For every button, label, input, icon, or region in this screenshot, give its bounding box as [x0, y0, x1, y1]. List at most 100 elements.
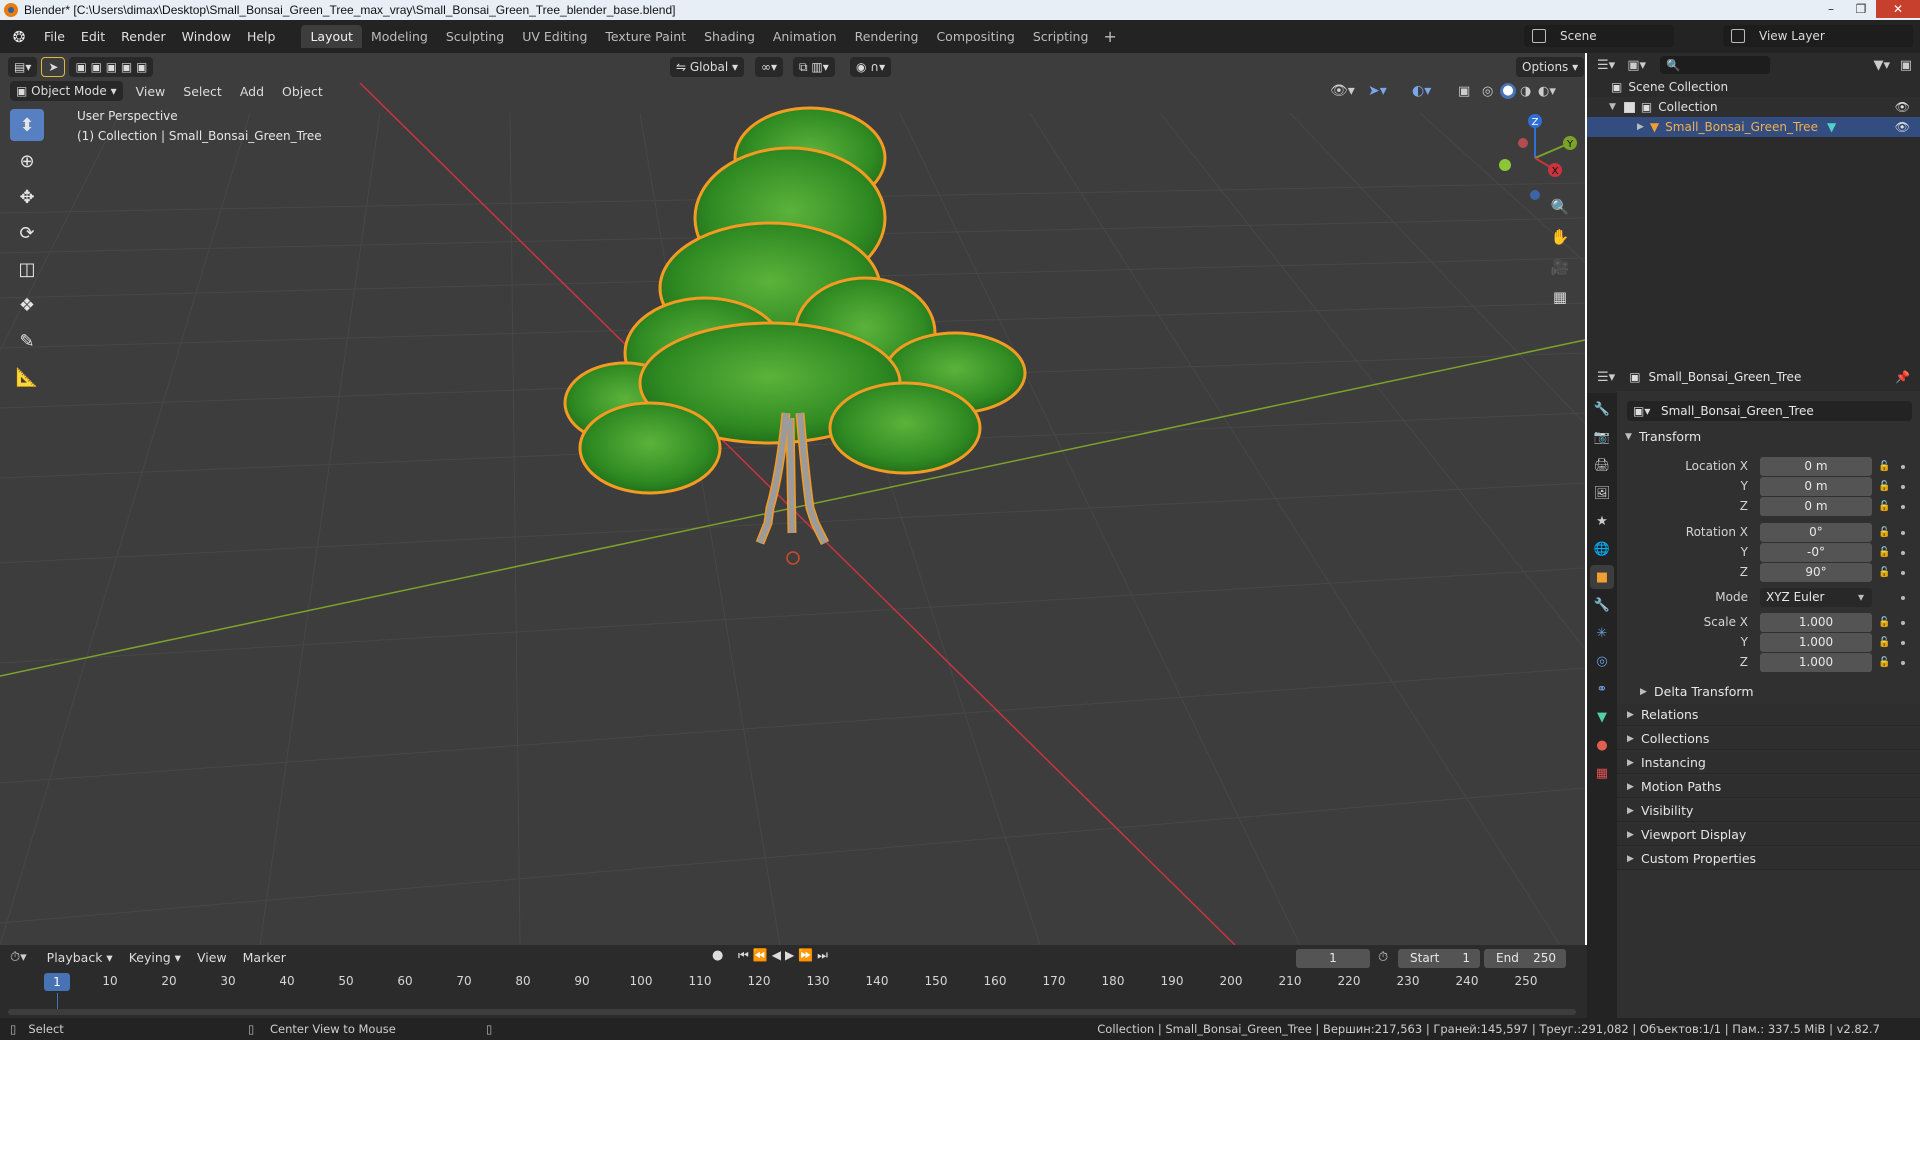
collection-checkbox[interactable] — [1623, 101, 1635, 113]
tab-uv-editing[interactable]: UV Editing — [513, 25, 596, 48]
menu-edit[interactable]: Edit — [73, 29, 113, 44]
timeline-scrollbar[interactable] — [8, 1009, 1576, 1015]
custom-properties-panel[interactable]: ▶ Custom Properties — [1617, 848, 1920, 870]
record-button-icon[interactable]: ● — [712, 948, 723, 963]
keyframe-dot-icon[interactable] — [1901, 485, 1905, 489]
keyframe-dot-icon[interactable] — [1901, 531, 1905, 535]
cursor-tool-icon[interactable]: ⊕ — [10, 145, 44, 177]
rotation-x-field[interactable]: 0° — [1760, 523, 1872, 542]
timeline-editor-type-icon[interactable]: ⏱▾ — [10, 950, 27, 965]
view-layer-tab-icon[interactable]: 🖼 — [1590, 481, 1614, 505]
scene-tab-icon[interactable]: ★ — [1590, 509, 1614, 533]
selection-mode-icons[interactable]: ▣ ▣ ▣ ▣ ▣ — [69, 57, 154, 77]
add-workspace-icon[interactable]: + — [1097, 27, 1122, 46]
scale-y-field[interactable]: 1.000 — [1760, 633, 1872, 652]
keyframe-dot-icon[interactable] — [1901, 621, 1905, 625]
tab-shading[interactable]: Shading — [695, 25, 764, 48]
end-frame-field[interactable]: End 250 — [1484, 949, 1566, 968]
viewport-menu-add[interactable]: Add — [231, 84, 273, 99]
location-y-field[interactable]: 0 m — [1760, 477, 1872, 496]
tool-tab-icon[interactable]: 🔧 — [1590, 397, 1614, 421]
current-frame-field[interactable]: 1 — [1296, 949, 1370, 968]
solid-shading-icon[interactable]: ● — [1500, 83, 1516, 99]
keyframe-dot-icon[interactable] — [1901, 551, 1905, 555]
motion-paths-panel[interactable]: ▶ Motion Paths — [1617, 776, 1920, 798]
expand-object-icon[interactable]: ▶ — [1637, 122, 1644, 132]
proportional-edit-icon[interactable]: ◉ ∩▾ — [850, 57, 892, 77]
pin-icon[interactable]: 📌 — [1895, 370, 1910, 384]
constraints-tab-icon[interactable]: ⚭ — [1590, 677, 1614, 701]
object-visibility-icon[interactable]: 👁 — [1895, 120, 1910, 134]
viewport-menu-object[interactable]: Object — [273, 84, 332, 99]
data-tab-icon[interactable]: ▼ — [1590, 705, 1614, 729]
viewport-menu-select[interactable]: Select — [174, 84, 231, 99]
delta-transform-header[interactable]: ▶ Delta Transform — [1640, 684, 1754, 699]
minimize-button[interactable]: – — [1816, 0, 1846, 18]
start-frame-field[interactable]: Start 1 — [1398, 949, 1480, 968]
camera-icon[interactable]: 🎥 — [1546, 253, 1574, 281]
world-tab-icon[interactable]: 🌐 — [1590, 537, 1614, 561]
keyframe-dot-icon[interactable] — [1901, 505, 1905, 509]
keyframe-dot-icon[interactable] — [1901, 641, 1905, 645]
lock-icon[interactable]: 🔓 — [1878, 527, 1890, 538]
move-tool-icon[interactable]: ✥ — [10, 181, 44, 213]
collections-panel[interactable]: ▶ Collections — [1617, 728, 1920, 750]
clock-icon[interactable]: ⏱ — [1378, 950, 1388, 965]
material-tab-icon[interactable]: ● — [1590, 733, 1614, 757]
lock-icon[interactable]: 🔓 — [1878, 637, 1890, 648]
physics-tab-icon[interactable]: ◎ — [1590, 649, 1614, 673]
lock-icon[interactable]: 🔓 — [1878, 461, 1890, 472]
menu-help[interactable]: Help — [239, 29, 284, 44]
scene-field[interactable]: Scene — [1524, 25, 1674, 47]
tab-layout[interactable]: Layout — [301, 25, 362, 48]
gizmo-toggle-icon[interactable]: ➤▾ — [1368, 83, 1387, 99]
filter-icon[interactable]: ▼▾ — [1873, 58, 1890, 73]
restore-button[interactable]: ❐ — [1846, 0, 1876, 18]
transform-orientation-dropdown[interactable]: ⇋ Global ▾ — [670, 57, 744, 77]
playhead[interactable]: 1 — [44, 973, 70, 991]
3d-viewport[interactable]: ▤▾ ➤ ▣ ▣ ▣ ▣ ▣ ⇋ Global ▾ ∞▾ ⧉ ▥▾ ◉ ∩▾ O… — [0, 53, 1585, 945]
lock-icon[interactable]: 🔓 — [1878, 501, 1890, 512]
rendered-shading-icon[interactable]: ◐▾ — [1538, 84, 1556, 99]
timeline-menu-keying[interactable]: Keying ▾ — [121, 950, 189, 965]
lock-icon[interactable]: 🔓 — [1878, 657, 1890, 668]
particles-tab-icon[interactable]: ✳ — [1590, 621, 1614, 645]
xray-toggle-icon[interactable]: ▣ — [1458, 84, 1470, 99]
blender-menu-icon[interactable]: ❂ — [10, 28, 28, 46]
transform-panel-header[interactable]: ▼ Transform — [1625, 429, 1701, 444]
relations-panel[interactable]: ▶ Relations — [1617, 704, 1920, 726]
timeline-menu-view[interactable]: View — [189, 950, 235, 965]
measure-tool-icon[interactable]: 📐 — [10, 361, 44, 393]
tab-sculpting[interactable]: Sculpting — [437, 25, 513, 48]
outliner-editor-type-icon[interactable]: ☰▾ — [1597, 58, 1615, 73]
instancing-panel[interactable]: ▶ Instancing — [1617, 752, 1920, 774]
tab-compositing[interactable]: Compositing — [927, 25, 1023, 48]
wireframe-shading-icon[interactable]: ◎ — [1482, 84, 1493, 99]
options-dropdown[interactable]: Options ▾ — [1516, 57, 1585, 77]
viewport-menu-view[interactable]: View — [127, 84, 175, 99]
menu-render[interactable]: Render — [113, 29, 174, 44]
tab-rendering[interactable]: Rendering — [846, 25, 928, 48]
view-layer-field[interactable]: View Layer — [1723, 25, 1913, 47]
lock-icon[interactable]: 🔓 — [1878, 481, 1890, 492]
annotate-tool-icon[interactable]: ✎ — [10, 325, 44, 357]
editor-type-button[interactable]: ▤▾ — [8, 57, 38, 77]
outliner-row-object[interactable]: ▶ ▼ Small_Bonsai_Green_Tree ▼ 👁 — [1587, 117, 1920, 137]
object-name-field[interactable]: ▣▾ Small_Bonsai_Green_Tree — [1627, 401, 1912, 421]
collection-visibility-icon[interactable]: 👁 — [1895, 100, 1910, 114]
output-tab-icon[interactable]: 🖨 — [1590, 453, 1614, 477]
zoom-icon[interactable]: 🔍 — [1546, 193, 1574, 221]
tab-animation[interactable]: Animation — [764, 25, 846, 48]
lock-icon[interactable]: 🔓 — [1878, 567, 1890, 578]
tab-modeling[interactable]: Modeling — [362, 25, 437, 48]
timeline-ruler[interactable]: 1 10 20 30 40 50 60 70 80 90 100 110 120… — [0, 971, 1580, 993]
properties-editor-type-icon[interactable]: ☰▾ — [1597, 370, 1615, 385]
scale-x-field[interactable]: 1.000 — [1760, 613, 1872, 632]
outliner-row-collection[interactable]: ▼ ▣ Collection 👁 — [1587, 97, 1920, 117]
tab-texture-paint[interactable]: Texture Paint — [596, 25, 695, 48]
object-tab-icon[interactable]: ■ — [1590, 565, 1614, 589]
outliner-search-input[interactable]: 🔍 — [1660, 56, 1770, 74]
new-collection-icon[interactable]: ▣ — [1900, 58, 1912, 73]
material-shading-icon[interactable]: ◑ — [1520, 84, 1531, 99]
location-x-field[interactable]: 0 m — [1760, 457, 1872, 476]
